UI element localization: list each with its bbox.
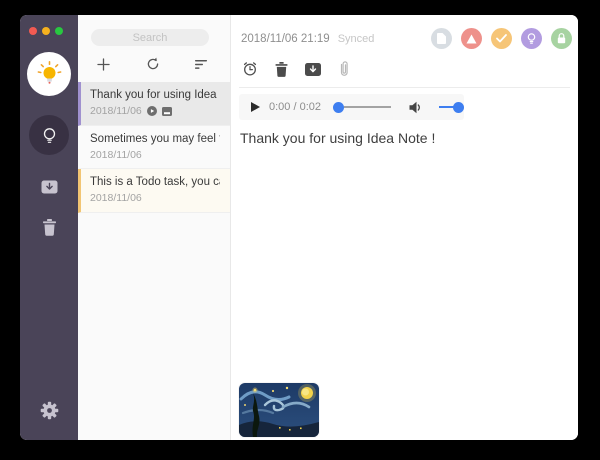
alarm-icon[interactable] xyxy=(242,61,258,77)
search-input[interactable]: Search xyxy=(91,29,209,46)
trash-icon xyxy=(42,223,57,240)
traffic-lights xyxy=(20,27,63,35)
archive-icon[interactable] xyxy=(305,63,321,76)
divider xyxy=(239,87,570,88)
app-window: Search Thank you for using Idea Note ! 2… xyxy=(20,15,578,440)
refresh-icon[interactable] xyxy=(146,57,160,71)
image-attachment[interactable] xyxy=(239,383,319,437)
check-icon xyxy=(496,34,507,43)
volume-icon[interactable] xyxy=(409,101,423,114)
sidebar-item-ideas[interactable] xyxy=(27,52,71,96)
detail-toolbar xyxy=(231,49,578,77)
note-date: 2018/11/06 xyxy=(90,150,142,161)
sidebar-item-trash[interactable] xyxy=(42,219,57,236)
note-meta: 2018/11/06 xyxy=(90,150,220,161)
starry-night-image xyxy=(239,424,319,437)
minimize-button[interactable] xyxy=(42,27,50,35)
note-list-item[interactable]: Thank you for using Idea Note ! 2018/11/… xyxy=(78,82,230,126)
volume-track[interactable] xyxy=(439,106,454,108)
note-title: Thank you for using Idea Note ! xyxy=(90,89,220,101)
zoom-button[interactable] xyxy=(55,27,63,35)
volume-slider[interactable] xyxy=(439,102,464,113)
image-badge-icon xyxy=(162,107,172,116)
note-timestamp: 2018/11/06 21:19 xyxy=(241,33,330,45)
category-badges xyxy=(431,28,572,49)
list-toolbar xyxy=(78,46,230,71)
sidebar-item-night-mode[interactable] xyxy=(29,115,69,155)
progress-handle[interactable] xyxy=(333,102,344,113)
file-badge[interactable] xyxy=(431,28,452,49)
note-body-text: Thank you for using Idea Note ! xyxy=(240,130,578,146)
bulb-outline-icon xyxy=(40,126,59,145)
note-meta: 2018/11/06 xyxy=(90,106,220,117)
note-list-item[interactable]: This is a Todo task, you can che… 2018/1… xyxy=(78,169,230,213)
sync-status: Synced xyxy=(338,33,375,45)
warning-badge[interactable] xyxy=(461,28,482,49)
note-list: Thank you for using Idea Note ! 2018/11/… xyxy=(78,82,230,213)
gear-icon xyxy=(40,407,59,424)
note-meta: 2018/11/06 xyxy=(90,193,220,204)
idea-badge[interactable] xyxy=(521,28,542,49)
lock-icon xyxy=(557,33,566,44)
file-icon xyxy=(437,33,446,44)
note-list-panel: Search Thank you for using Idea Note ! 2… xyxy=(78,15,231,440)
note-title: This is a Todo task, you can che… xyxy=(90,176,220,188)
audio-time: 0:00 / 0:02 xyxy=(269,101,321,113)
note-date: 2018/11/06 xyxy=(90,193,142,204)
audio-progress-slider[interactable] xyxy=(333,102,391,113)
idea-bulb-icon xyxy=(527,33,536,44)
note-title: Sometimes you may feel the mo… xyxy=(90,133,220,145)
volume-handle[interactable] xyxy=(453,102,464,113)
progress-track[interactable] xyxy=(344,106,391,108)
close-button[interactable] xyxy=(29,27,37,35)
audio-badge-icon xyxy=(147,106,157,116)
play-button[interactable] xyxy=(251,102,260,112)
note-detail-panel: 2018/11/06 21:19 Synced xyxy=(231,15,578,440)
lock-badge[interactable] xyxy=(551,28,572,49)
idea-bulb-icon xyxy=(36,61,63,88)
add-note-button[interactable] xyxy=(97,58,110,71)
sort-icon[interactable] xyxy=(195,59,208,70)
detail-header: 2018/11/06 21:19 Synced xyxy=(231,15,578,49)
paperclip-icon[interactable] xyxy=(338,61,350,77)
note-list-item[interactable]: Sometimes you may feel the mo… 2018/11/0… xyxy=(78,126,230,170)
warning-triangle-icon xyxy=(466,34,477,44)
audio-player: 0:00 / 0:02 xyxy=(239,94,464,120)
archive-icon xyxy=(41,181,58,198)
sidebar xyxy=(20,15,78,440)
trash-icon[interactable] xyxy=(275,62,288,77)
sidebar-item-settings[interactable] xyxy=(40,401,59,420)
note-date: 2018/11/06 xyxy=(90,106,142,117)
sidebar-item-archive[interactable] xyxy=(41,180,58,194)
check-badge[interactable] xyxy=(491,28,512,49)
